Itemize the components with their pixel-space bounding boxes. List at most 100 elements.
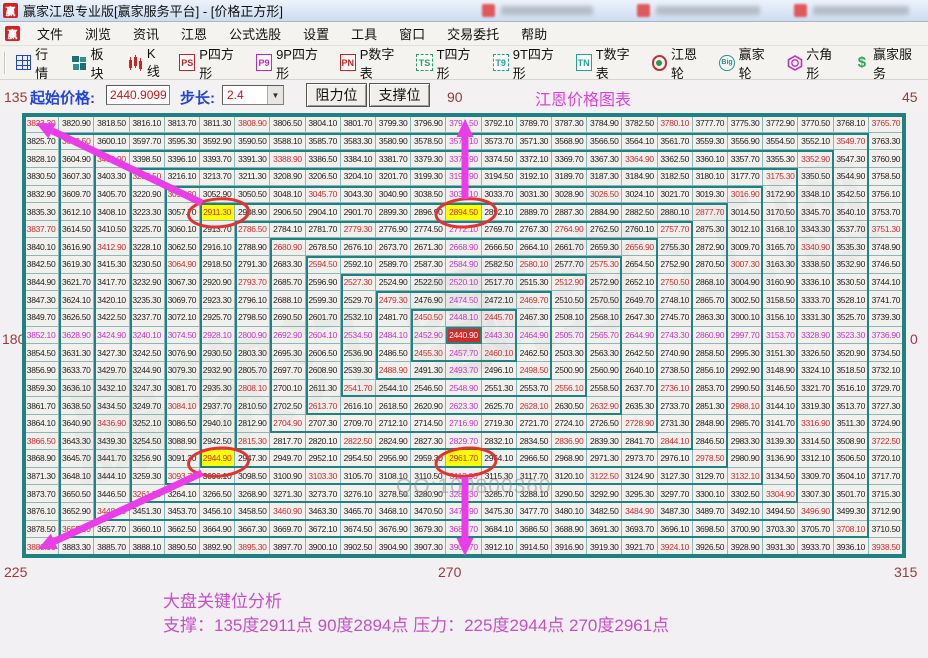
grid-cell: 2440.90	[446, 327, 481, 345]
menu-item-江恩[interactable]: 江恩	[170, 21, 218, 46]
grid-cell: 3854.50	[24, 344, 59, 362]
toolbar-item-P数字表[interactable]: PNP数字表	[334, 49, 411, 77]
support-button[interactable]: 支撑位	[369, 83, 430, 107]
grid-cell: 3208.90	[270, 168, 305, 186]
grid-cell: 2728.90	[622, 415, 657, 433]
grid-cell: 2661.70	[552, 238, 587, 256]
grid-cell: 3573.70	[482, 133, 517, 151]
toolbar-item-T数字表[interactable]: TNT数字表	[570, 49, 646, 77]
grid-cell: 3240.10	[130, 327, 165, 345]
grid-cell: 3698.50	[693, 521, 728, 539]
grid-cell: 3748.90	[869, 238, 904, 256]
grid-cell: 3031.30	[517, 186, 552, 204]
menu-item-交易委托[interactable]: 交易委托	[436, 21, 510, 46]
grid-cell: 2853.70	[693, 380, 728, 398]
grid-cell: 3568.90	[552, 133, 587, 151]
grid-cell: 2769.70	[482, 221, 517, 239]
grid-cell: 2868.10	[693, 274, 728, 292]
grid-cell: 3626.50	[59, 309, 94, 327]
grid-cell: 2654.50	[622, 256, 657, 274]
grid-cell: 3614.50	[59, 221, 94, 239]
grid-cell: 3024.10	[622, 186, 657, 204]
toolbar-item-六角形[interactable]: 六角形	[781, 49, 849, 77]
grid-cell: 2460.10	[482, 344, 517, 362]
start-price-input[interactable]	[106, 85, 170, 105]
grid-cell: 3340.90	[798, 238, 833, 256]
grid-cell: 2796.10	[235, 291, 270, 309]
grid-cell: 3158.50	[763, 291, 798, 309]
grid-cell: 2901.70	[341, 203, 376, 221]
grid-cell: 3364.90	[622, 150, 657, 168]
chevron-down-icon[interactable]: ▼	[267, 86, 283, 104]
toolbar-item-9P四方形[interactable]: P99P四方形	[250, 49, 334, 77]
menu-item-设置[interactable]: 设置	[292, 21, 340, 46]
grid-cell: 2774.50	[411, 221, 446, 239]
grid-cell: 2589.70	[376, 256, 411, 274]
menu-item-浏览[interactable]: 浏览	[74, 21, 122, 46]
grid-cell: 3612.10	[59, 203, 94, 221]
step-combobox[interactable]: 2.4 ▼	[222, 85, 284, 105]
grid-cell: 3333.70	[798, 291, 833, 309]
grid-cell: 2486.50	[376, 344, 411, 362]
menu-item-窗口[interactable]: 窗口	[388, 21, 436, 46]
menu-item-帮助[interactable]: 帮助	[510, 21, 558, 46]
toolbar-item-T四方形[interactable]: TST四方形	[410, 49, 486, 77]
grid-cell: 3396.10	[165, 150, 200, 168]
grid-cell: 3796.90	[411, 115, 446, 133]
grid-cell: 3175.30	[763, 168, 798, 186]
ts-square-icon: TS	[416, 54, 432, 71]
grid-cell: 3936.10	[834, 538, 869, 556]
grid-cell: 3120.10	[552, 468, 587, 486]
blurred-ticker	[637, 4, 760, 17]
grid-cell: 2580.10	[517, 256, 552, 274]
menu-item-工具[interactable]: 工具	[340, 21, 388, 46]
grid-cell: 2937.70	[200, 397, 235, 415]
grid-cell: 3453.70	[165, 503, 200, 521]
grid-cell: 3501.70	[834, 485, 869, 503]
grid-cell: 2599.30	[306, 291, 341, 309]
toolbar-item-label: 赢家轮	[739, 44, 776, 82]
grid-cell: 3448.90	[94, 503, 129, 521]
toolbar-item-P四方形[interactable]: PSP四方形	[173, 49, 250, 77]
grid-cell: 2448.10	[446, 309, 481, 327]
grid-cell: 3736.90	[869, 327, 904, 345]
grid-cell: 3554.50	[763, 133, 798, 151]
grid-cell: 3391.30	[235, 150, 270, 168]
grid-cell: 3624.10	[59, 291, 94, 309]
grid-cell: 3703.30	[763, 521, 798, 539]
toolbar-item-K线[interactable]: K线	[121, 49, 173, 77]
grid-cell: 2966.50	[517, 450, 552, 468]
grid-cell: 3904.90	[376, 538, 411, 556]
grid-cell: 2695.30	[270, 344, 305, 362]
toolbar-item-9T四方形[interactable]: T99T四方形	[487, 49, 570, 77]
resistance-button[interactable]: 阻力位	[306, 83, 367, 107]
grid-cell: 3300.10	[693, 485, 728, 503]
toolbar-item-行情[interactable]: 行情	[10, 49, 65, 77]
grid-cell: 3708.10	[834, 521, 869, 539]
grid-cell: 3252.10	[130, 415, 165, 433]
toolbar-item-赢家服务[interactable]: $赢家服务	[849, 49, 928, 77]
menu-item-公式选股[interactable]: 公式选股	[218, 21, 292, 46]
grid-cell: 2935.30	[200, 380, 235, 398]
menu-item-资讯[interactable]: 资讯	[122, 21, 170, 46]
grid-cell: 3672.10	[306, 521, 341, 539]
grid-cell: 2870.50	[693, 256, 728, 274]
grid-cell: 2736.10	[658, 380, 693, 398]
grid-cell: 3628.90	[59, 327, 94, 345]
menu-logo-icon: 赢	[5, 26, 20, 41]
toolbar-item-板块[interactable]: 板块	[65, 49, 120, 77]
toolbar-item-赢家轮[interactable]: Big赢家轮	[713, 49, 781, 77]
grid-cell: 3475.30	[482, 503, 517, 521]
pn-table-icon: PN	[340, 54, 356, 71]
grid-cell: 3439.30	[94, 433, 129, 451]
grid-cell: 2601.70	[306, 309, 341, 327]
grid-cell: 3861.70	[24, 397, 59, 415]
grid-cell: 2680.90	[270, 238, 305, 256]
grid-cell: 3398.50	[130, 150, 165, 168]
toolbar-item-江恩轮[interactable]: 江恩轮	[646, 49, 714, 77]
gann-price-square: 3823.303820.903818.503816.103813.703811.…	[22, 113, 906, 558]
step-value: 2.4	[223, 86, 267, 104]
grid-cell: 2582.50	[482, 256, 517, 274]
menu-item-文件[interactable]: 文件	[26, 21, 74, 46]
grid-cell: 3739.30	[869, 309, 904, 327]
